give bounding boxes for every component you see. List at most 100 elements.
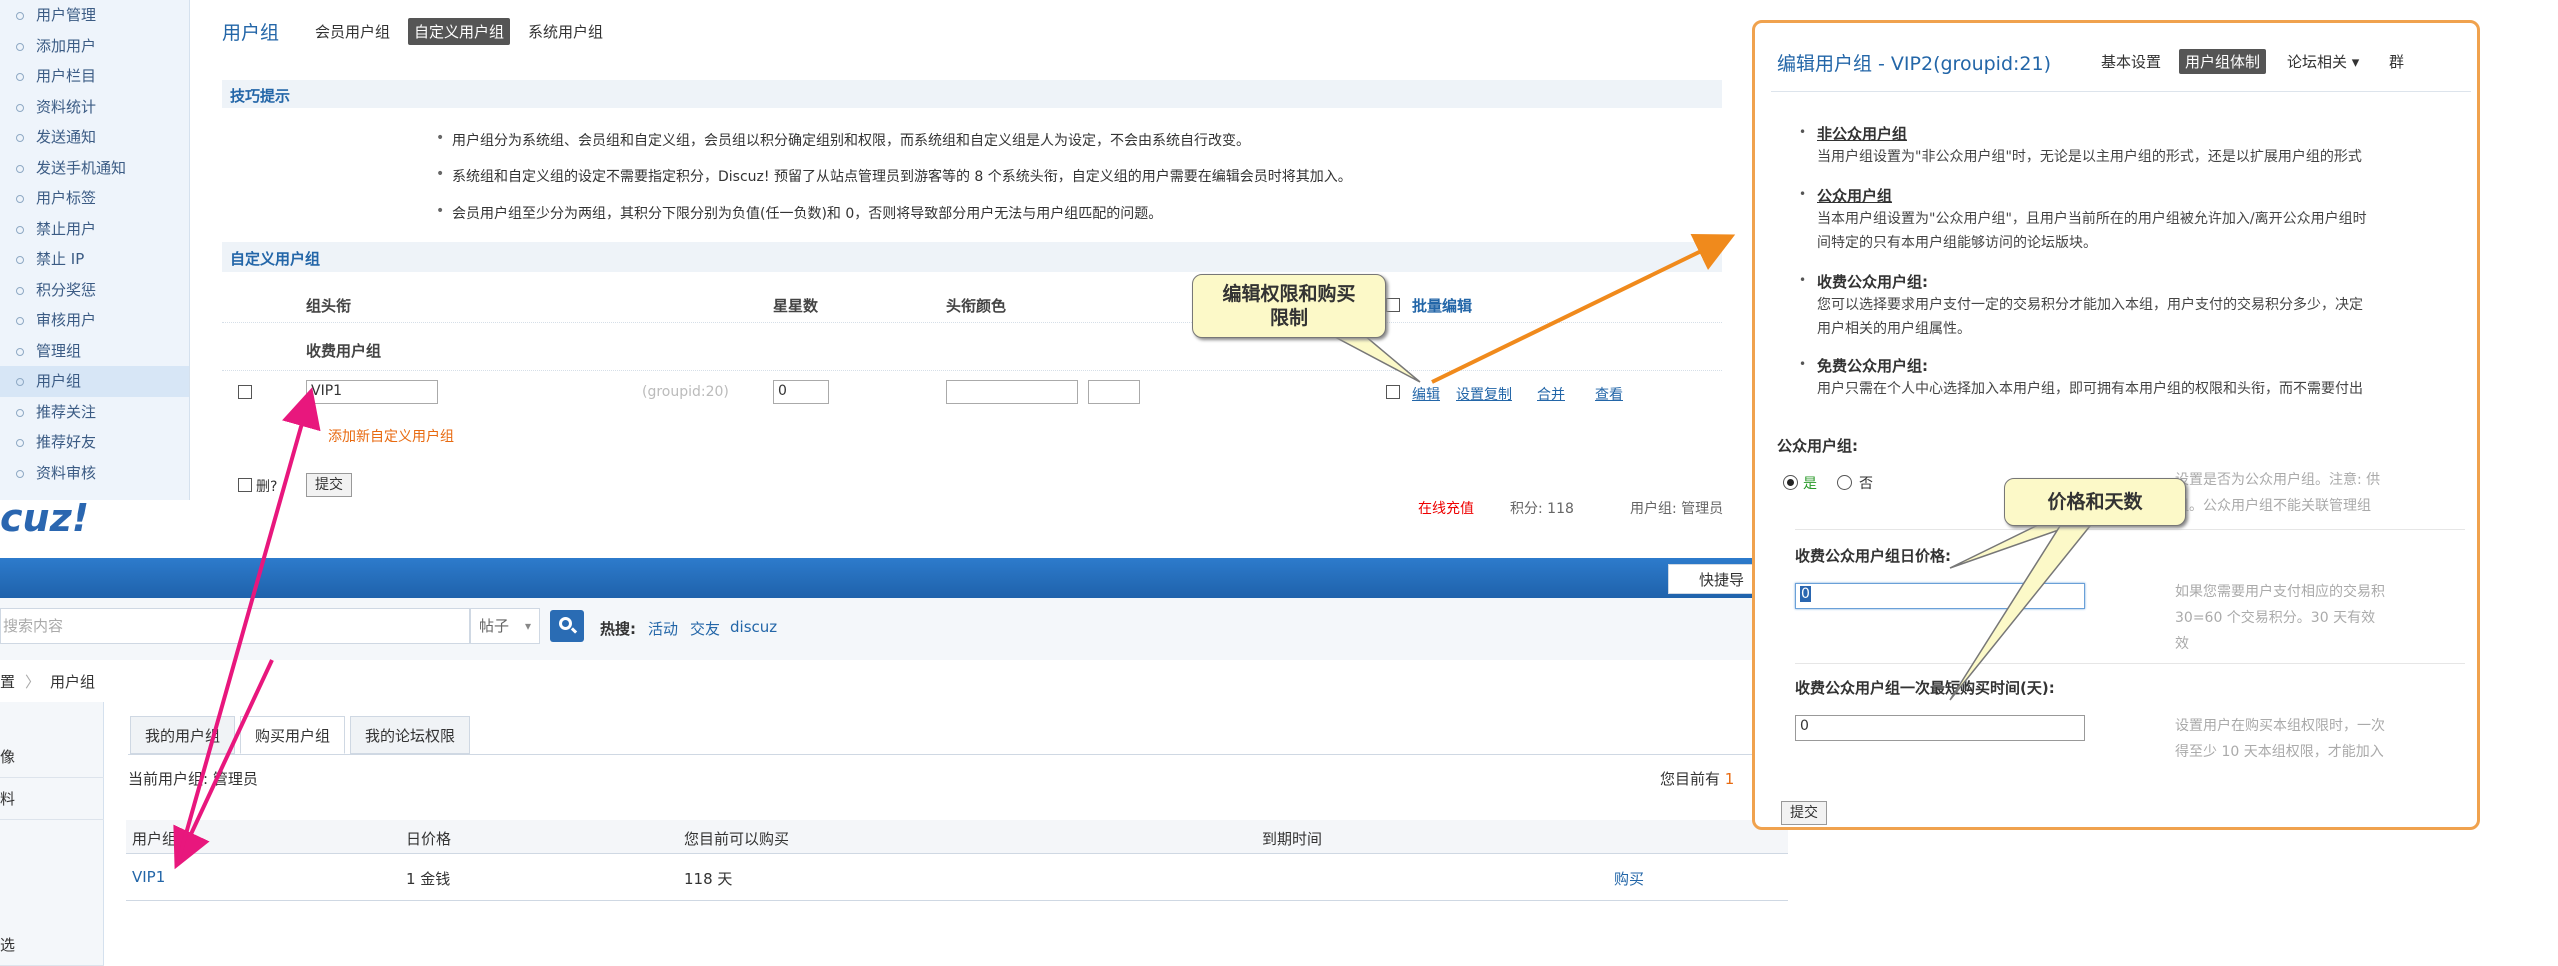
bullet: •	[1799, 125, 1807, 139]
site-logo[interactable]: cuz!	[0, 500, 89, 540]
sidebar-item[interactable]: 用户标签	[0, 183, 189, 214]
public-no-radio[interactable]	[1837, 475, 1852, 490]
sidebar-item[interactable]: 管理组	[0, 336, 189, 367]
bullet: •	[1799, 273, 1807, 287]
public-group-label: 公众用户组:	[1777, 437, 1858, 455]
public-yes-radio[interactable]	[1783, 475, 1798, 490]
sidebar-item[interactable]: 添加用户	[0, 31, 189, 62]
sidebar-item[interactable]: 资料审核	[0, 458, 189, 489]
price-help: 如果您需要用户支付相应的交易积	[2175, 584, 2385, 600]
field-divider	[1795, 663, 2465, 664]
col-stars: 星星数	[773, 297, 819, 315]
tab-forum-permissions[interactable]: 我的论坛权限	[350, 716, 471, 754]
daily-price-input[interactable]: 0	[1795, 583, 2085, 609]
th-daily-price: 日价格	[406, 830, 452, 848]
public-help: 设置是否为公众用户组。注意: 供	[2175, 472, 2381, 488]
section-paid-public-desc: 用户相关的用户组属性。	[1817, 321, 1971, 337]
sidebar-item[interactable]: 发送手机通知	[0, 153, 189, 184]
admin-top-tabs: 用户组 会员用户组 自定义用户组 系统用户组	[222, 16, 609, 46]
breadcrumb-current: 用户组	[50, 673, 96, 691]
bulk-edit-checkbox[interactable]	[1386, 298, 1400, 312]
section-paid-public-desc: 您可以选择要求用户支付一定的交易积分才能加入本组，用户支付的交易积分多少，决定	[1817, 297, 2363, 313]
section-paid-public: 收费公众用户组:	[1817, 273, 1928, 291]
hot-item-activity[interactable]: 活动	[648, 618, 678, 639]
tab-system-groups[interactable]: 系统用户组	[522, 18, 609, 45]
view-link[interactable]: 查看	[1595, 384, 1623, 404]
tab-group-more[interactable]: 群	[2383, 49, 2410, 74]
balance-label: 您目前有 1	[1660, 770, 1735, 788]
tips-header-bar	[222, 80, 1722, 108]
row-select-checkbox[interactable]	[238, 385, 252, 399]
title-color-input[interactable]	[946, 380, 1078, 404]
buy-link[interactable]: 购买	[1614, 868, 1644, 889]
search-type-select[interactable]: 帖子	[470, 608, 540, 644]
row-group-link[interactable]: VIP1	[132, 868, 165, 886]
public-yes-label[interactable]: 是	[1803, 473, 1817, 493]
custom-group-header-bar	[222, 242, 1722, 272]
min-days-help: 设置用户在购买本组权限时，一次	[2175, 718, 2385, 734]
public-help: 组。公众用户组不能关联管理组	[2175, 498, 2371, 514]
section-non-public-desc: 当用户组设置为"非公众用户组"时，无论是以主用户组的形式，还是以扩展用户组的形式	[1817, 149, 2362, 165]
group-name-input[interactable]: VIP1	[306, 380, 438, 404]
search-button[interactable]	[550, 610, 584, 642]
recharge-link[interactable]: 在线充值	[1418, 500, 1474, 518]
min-days-input[interactable]: 0	[1795, 715, 2085, 741]
breadcrumb: 置〉用户组	[0, 662, 1790, 702]
delete-label: 删?	[256, 479, 278, 495]
sidebar-item[interactable]: 推荐关注	[0, 397, 189, 428]
search-icon	[559, 617, 572, 630]
buy-table-header	[126, 820, 1788, 854]
points-menu[interactable]: 积分: 118	[1510, 500, 1574, 518]
sidebar-item[interactable]: 禁止 IP	[0, 244, 189, 275]
hot-item-friends[interactable]: 交友	[690, 618, 720, 639]
sidebar-item[interactable]: 发送通知	[0, 122, 189, 153]
edit-submit-button[interactable]: 提交	[1781, 801, 1827, 825]
breadcrumb-prev[interactable]: 置	[0, 673, 15, 691]
th-group: 用户组	[132, 830, 178, 848]
left-nav-avatar[interactable]: 像	[0, 736, 104, 778]
copy-settings-link[interactable]: 设置复制	[1456, 384, 1512, 404]
section-public-desc: 间特定的只有本用户组能够访问的论坛版块。	[1817, 235, 2097, 251]
tab-basic-settings[interactable]: 基本设置	[2095, 49, 2167, 74]
tips-title: 技巧提示	[230, 87, 291, 105]
tab-my-groups[interactable]: 我的用户组	[130, 716, 236, 754]
sidebar-item[interactable]: 审核用户	[0, 305, 189, 336]
user-group-status[interactable]: 用户组: 管理员	[1630, 500, 1723, 518]
left-nav-profile[interactable]: 料	[0, 778, 104, 820]
col-title-color: 头衔颜色	[946, 297, 1007, 315]
tab-custom-groups[interactable]: 自定义用户组	[408, 17, 511, 45]
left-nav-options[interactable]: 选	[0, 924, 104, 966]
sidebar-item[interactable]: 禁止用户	[0, 214, 189, 245]
price-help: 30=60 个交易积分。30 天有效	[2175, 610, 2376, 626]
tab-member-groups[interactable]: 会员用户组	[309, 18, 396, 45]
row-bulk-checkbox[interactable]	[1386, 385, 1400, 399]
sidebar-item[interactable]: 用户管理	[0, 0, 189, 31]
row-price: 1 金钱	[406, 870, 451, 888]
bulk-edit-link[interactable]: 批量编辑	[1412, 295, 1472, 316]
table-row-divider	[126, 900, 1788, 901]
page-title: 用户组	[222, 21, 280, 44]
admin-main: 用户组 会员用户组 自定义用户组 系统用户组 技巧提示 用户组分为系统组、会员组…	[200, 0, 1740, 500]
sidebar-item[interactable]: 用户栏目	[0, 61, 189, 92]
stars-input[interactable]: 0	[773, 380, 829, 404]
add-custom-group-link[interactable]: 添加新自定义用户组	[328, 426, 454, 446]
sidebar-item[interactable]: 资料统计	[0, 92, 189, 123]
admin-submit-button[interactable]: 提交	[306, 473, 352, 497]
tab-forum-related[interactable]: 论坛相关 ▾	[2281, 49, 2365, 74]
edit-link[interactable]: 编辑	[1412, 384, 1440, 404]
daily-price-label: 收费公众用户组日价格:	[1795, 547, 1951, 565]
hot-item-discuz[interactable]: discuz	[730, 618, 777, 636]
sidebar-item[interactable]: 用户组	[0, 366, 189, 397]
min-days-label: 收费公众用户组一次最短购买时间(天):	[1795, 679, 2055, 697]
paid-group-label: 收费用户组	[306, 342, 382, 360]
public-no-label[interactable]: 否	[1859, 473, 1873, 493]
sidebar-item[interactable]: 推荐好友	[0, 427, 189, 458]
merge-link[interactable]: 合并	[1537, 384, 1565, 404]
title-color-swatch[interactable]	[1088, 380, 1140, 404]
tip-1: 用户组分为系统组、会员组和自定义组，会员组以积分确定组别和权限，而系统组和自定义…	[436, 130, 1250, 150]
sidebar-item[interactable]: 积分奖惩	[0, 275, 189, 306]
search-input[interactable]: 搜索内容	[0, 608, 470, 644]
tab-buy-groups[interactable]: 购买用户组	[240, 716, 346, 754]
delete-checkbox[interactable]	[238, 478, 252, 492]
tab-group-system[interactable]: 用户组体制	[2179, 49, 2267, 74]
